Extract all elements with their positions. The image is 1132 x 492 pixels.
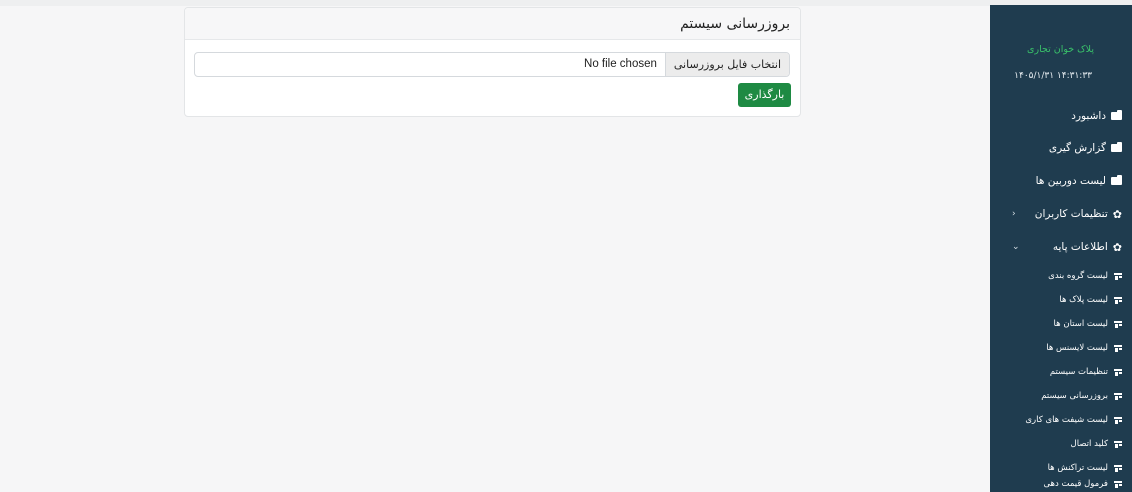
folder-icon [1111, 142, 1122, 152]
list-icon [1114, 297, 1122, 304]
sidebar-subitem-groups[interactable]: لیست گروه بندی [998, 269, 1122, 283]
list-icon [1114, 273, 1122, 280]
datetime-display: ۱۴۰۵/۱/۳۱ ۱۴:۳۱:۳۳ [1014, 71, 1092, 81]
gear-icon: ✿ [1112, 240, 1122, 254]
folder-icon [1111, 110, 1122, 120]
page-title: بروزرسانی سیستم [680, 16, 790, 32]
sidebar: پلاک خوان تجاری ۱۴۰۵/۱/۳۱ ۱۴:۳۱:۳۳ داشبو… [990, 0, 1132, 492]
brand-name: پلاک خوان تجاری [1027, 44, 1094, 55]
list-icon [1114, 441, 1122, 448]
folder-icon [1111, 175, 1122, 185]
sidebar-subitem-licenses[interactable]: لیست لایسنس ها [998, 341, 1122, 355]
sidebar-subitem-shifts[interactable]: لیست شیفت های کاری [998, 413, 1122, 427]
sidebar-subitem-label: لیست پلاک ها [1059, 295, 1108, 305]
sidebar-subitem-system-settings[interactable]: تنظیمات سیستم [998, 365, 1122, 379]
sidebar-subitem-plates[interactable]: لیست پلاک ها [998, 293, 1122, 307]
choose-file-button[interactable]: انتخاب فایل بروزرسانی [664, 53, 789, 76]
sidebar-subitem-label: لیست شیفت های کاری [1025, 415, 1108, 425]
sidebar-item-user-settings[interactable]: ✿ تنظیمات کاربران ‹ [998, 205, 1122, 223]
sidebar-item-reports[interactable]: گزارش گیری [998, 139, 1122, 157]
list-icon [1114, 465, 1122, 472]
list-icon [1114, 417, 1122, 424]
upload-button[interactable]: بارگذاری [738, 83, 791, 107]
sidebar-item-base-info[interactable]: ✿ اطلاعات پایه ⌄ [998, 238, 1122, 256]
file-input[interactable]: انتخاب فایل بروزرسانی No file chosen [194, 52, 790, 77]
sidebar-subitem-label: لیست استان ها [1053, 319, 1108, 329]
list-icon [1114, 345, 1122, 352]
sidebar-item-label: گزارش گیری [1048, 142, 1106, 154]
list-icon [1114, 481, 1122, 488]
sidebar-subitem-label: کلید اتصال [1070, 439, 1108, 449]
sidebar-item-label: تنظیمات کاربران [1034, 208, 1108, 220]
sidebar-subitem-label: لیست تراکنش ها [1047, 463, 1108, 473]
list-icon [1114, 393, 1122, 400]
main-content: بروزرسانی سیستم انتخاب فایل بروزرسانی No… [0, 0, 990, 492]
sidebar-item-dashboard[interactable]: داشبورد [998, 107, 1122, 125]
file-status-text: No file chosen [584, 58, 657, 70]
sidebar-subitem-system-update[interactable]: بروزرسانی سیستم [998, 389, 1122, 403]
sidebar-subitem-provinces[interactable]: لیست استان ها [998, 317, 1122, 331]
sidebar-subitem-label: لیست لایسنس ها [1046, 343, 1108, 353]
sidebar-item-label: داشبورد [1071, 110, 1106, 122]
gear-icon: ✿ [1112, 207, 1122, 221]
list-icon [1114, 369, 1122, 376]
card-header: بروزرسانی سیستم [185, 8, 800, 40]
sidebar-item-cameras[interactable]: لیست دوربین ها [998, 172, 1122, 190]
update-card: بروزرسانی سیستم انتخاب فایل بروزرسانی No… [184, 7, 801, 117]
sidebar-subitem-transactions[interactable]: لیست تراکنش ها [998, 461, 1122, 475]
sidebar-subitem-connection-key[interactable]: کلید اتصال [998, 437, 1122, 451]
app-page: بروزرسانی سیستم انتخاب فایل بروزرسانی No… [0, 0, 1132, 492]
sidebar-subitem-label: تنظیمات سیستم [1049, 367, 1108, 377]
chevron-down-icon: ⌄ [1012, 242, 1020, 252]
sidebar-subitem-pricing-formula[interactable]: فرمول قیمت دهی [998, 477, 1122, 491]
sidebar-subitem-label: لیست گروه بندی [1048, 271, 1108, 281]
sidebar-subitem-label: فرمول قیمت دهی [1043, 479, 1108, 489]
sidebar-item-label: لیست دوربین ها [1035, 175, 1106, 187]
sidebar-item-label: اطلاعات پایه [1052, 241, 1108, 253]
list-icon [1114, 321, 1122, 328]
chevron-left-icon: ‹ [1012, 209, 1016, 219]
sidebar-subitem-label: بروزرسانی سیستم [1041, 391, 1108, 401]
